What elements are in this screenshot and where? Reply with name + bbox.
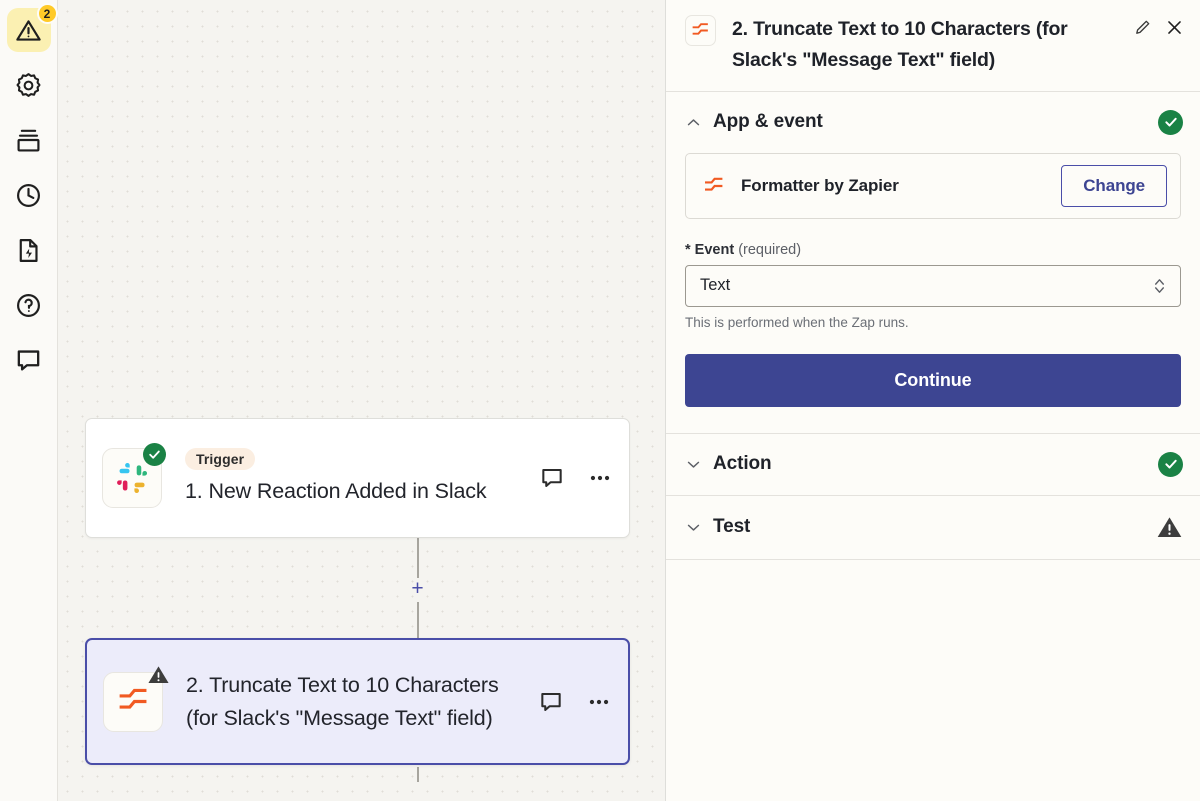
section-title: Test [713, 516, 751, 538]
file-bolt-icon [19, 238, 38, 262]
connector-line-tail [417, 767, 419, 782]
layers-icon [17, 129, 40, 151]
event-label-text: * Event [685, 241, 735, 258]
node-status-warning [147, 664, 170, 687]
connector-line-bottom [417, 602, 419, 638]
step-detail-panel: 2. Truncate Text to 10 Characters (for S… [665, 0, 1200, 801]
section-header-test[interactable]: Test [666, 496, 1200, 559]
pencil-icon [1136, 20, 1150, 34]
section-status-success [1158, 109, 1183, 135]
node-actions [526, 689, 612, 715]
speech-bubble-icon [541, 692, 561, 711]
flow-node-trigger[interactable]: Trigger 1. New Reaction Added in Slack [85, 418, 630, 538]
rail-alert-badge: 2 [36, 3, 58, 24]
event-select[interactable]: Text [685, 264, 1181, 307]
chevron-up-icon [685, 114, 707, 131]
speech-bubble-icon [542, 468, 562, 487]
warning-triangle-icon [148, 666, 169, 684]
flow-node-action[interactable]: 2. Truncate Text to 10 Characters (for S… [85, 638, 630, 765]
add-step-button[interactable]: + [408, 578, 427, 599]
clock-icon [17, 183, 40, 207]
event-field-label: * Event (required) [685, 242, 1181, 258]
slack-icon [117, 462, 148, 493]
node-more-button[interactable] [586, 689, 612, 715]
panel-app-icon [685, 15, 716, 46]
node-comment-button[interactable] [539, 465, 565, 491]
rail-item-settings[interactable] [7, 63, 51, 107]
event-select-value: Text [700, 276, 731, 295]
node-icon-wrap [103, 666, 169, 732]
panel-title: 2. Truncate Text to 10 Characters (for S… [732, 18, 1068, 71]
warning-triangle-icon [1157, 516, 1182, 537]
left-rail: 2 [0, 0, 58, 801]
rail-item-drafts[interactable] [7, 228, 51, 272]
change-app-button[interactable]: Change [1061, 164, 1167, 207]
node-body: Trigger 1. New Reaction Added in Slack [162, 448, 527, 507]
flow-canvas[interactable]: + Trigger 1. New Reaction Added in Slack… [58, 0, 665, 801]
selected-app-row: Formatter by Zapier Change [685, 152, 1181, 219]
section-body-app-event: Formatter by Zapier Change * Event (requ… [666, 152, 1200, 433]
node-title: 1. New Reaction Added in Slack [185, 479, 487, 504]
section-status-success [1158, 451, 1183, 477]
app-row-icon [702, 174, 728, 198]
gear-icon [16, 72, 41, 97]
section-header-action[interactable]: Action [666, 434, 1200, 495]
rail-item-comments[interactable] [7, 338, 51, 382]
chevron-down-icon [685, 456, 707, 473]
node-actions [527, 465, 613, 491]
formatter-icon [692, 23, 708, 35]
check-icon [1164, 459, 1177, 469]
event-help-text: This is performed when the Zap runs. [685, 314, 909, 330]
node-comment-button[interactable] [538, 689, 564, 715]
rail-item-help[interactable] [7, 283, 51, 327]
ellipsis-icon [589, 699, 609, 704]
node-more-button[interactable] [587, 465, 613, 491]
check-icon [1164, 117, 1177, 127]
chevron-down-icon [685, 519, 707, 536]
section-status-warning [1156, 514, 1183, 541]
event-required-text: (required) [738, 241, 802, 258]
panel-rename-button[interactable] [1133, 18, 1152, 37]
app-name-label: Formatter by Zapier [741, 175, 899, 195]
zap-editor: 2 + Trigger 1. New Reaction Added in Sla… [0, 0, 1200, 801]
node-type-badge: Trigger [185, 448, 256, 471]
chevron-updown-icon [1152, 276, 1167, 295]
ellipsis-icon [590, 475, 610, 481]
section-header-app-event[interactable]: App & event [666, 92, 1200, 153]
continue-button[interactable]: Continue [685, 353, 1181, 407]
question-circle-icon [17, 293, 40, 317]
node-icon-wrap [102, 443, 166, 508]
panel-header-actions [1133, 14, 1184, 37]
panel-header: 2. Truncate Text to 10 Characters (for S… [666, 0, 1200, 92]
speech-bubble-icon [17, 349, 40, 370]
node-title: 2. Truncate Text to 10 Characters (for S… [186, 673, 499, 730]
check-icon [149, 450, 160, 459]
panel-close-button[interactable] [1165, 18, 1184, 37]
rail-item-history[interactable] [7, 173, 51, 217]
formatter-icon [705, 177, 723, 191]
rail-item-versions[interactable] [7, 118, 51, 162]
rail-item-alerts[interactable]: 2 [6, 3, 58, 52]
section-title: Action [713, 453, 772, 475]
section-title: App & event [713, 111, 823, 133]
connector-line-top [417, 538, 419, 578]
formatter-icon [119, 688, 146, 709]
close-icon [1168, 21, 1181, 34]
node-body: 2. Truncate Text to 10 Characters (for S… [163, 669, 526, 734]
panel-divider [666, 558, 1200, 560]
node-status-success [143, 443, 166, 466]
